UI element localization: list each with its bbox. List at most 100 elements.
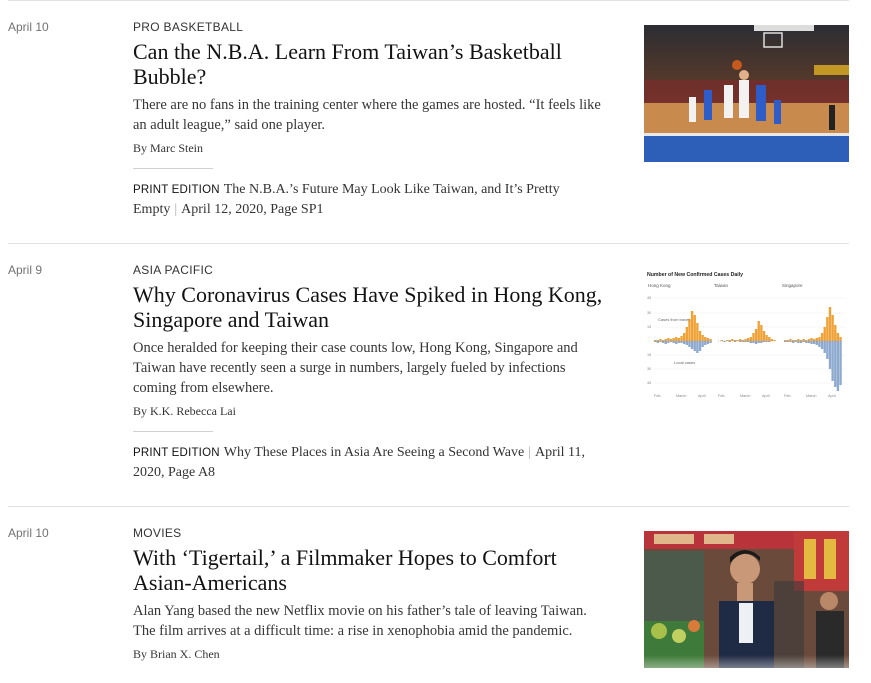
chart-bar-local [831, 341, 834, 381]
chart-bar-travel [820, 333, 824, 341]
chart-bar-travel [826, 317, 829, 341]
chart-bar-travel [739, 339, 742, 341]
story-byline: By K.K. Rebecca Lai [133, 404, 236, 418]
chart-bar-travel [706, 338, 710, 341]
chart-bar-local [760, 341, 763, 343]
story-summary: Once heralded for keeping their case cou… [133, 340, 578, 396]
story-body: Movies With ‘Tigertail,’ a Filmmaker Hop… [133, 526, 608, 662]
chart-bar-travel [810, 338, 813, 341]
story-summary: There are no fans in the training center… [133, 97, 601, 133]
chart-bar-travel [696, 323, 699, 341]
chart-bar-travel [768, 337, 771, 341]
chart-bar-travel [770, 339, 774, 341]
print-edition-label: Print Edition [133, 447, 220, 459]
story-thumbnail-tigertail[interactable] [644, 531, 849, 668]
chart-bar-local [701, 341, 704, 347]
story-divider [8, 506, 849, 507]
chart-bar-travel [823, 327, 826, 341]
chart-bar-travel [704, 337, 707, 341]
chart-bar-local [664, 341, 667, 344]
chart-bar-local [754, 341, 758, 344]
chart-bar-local [828, 341, 832, 369]
chart-bar-travel [760, 325, 763, 341]
story-headline[interactable]: Why Coronavirus Cases Have Spiked in Hon… [133, 282, 608, 332]
chart-bar-local [807, 341, 811, 343]
chart-bar-local [749, 341, 753, 343]
chart-bar-local [818, 341, 821, 347]
chart-bar-local [752, 341, 755, 343]
chart-bar-travel [669, 339, 673, 341]
story-headline[interactable]: With ‘Tigertail,’ a Filmmaker Hopes to C… [133, 545, 608, 595]
chart-x-tick: March [740, 394, 751, 398]
chart-annotation-travel: Cases from travel [658, 317, 689, 322]
chart-panel-label: Singapore [782, 283, 803, 288]
chart-y-tick: 45 [647, 296, 651, 300]
chart-bar-local [791, 341, 795, 343]
story-headline[interactable]: Can the N.B.A. Learn From Taiwan’s Baske… [133, 39, 608, 89]
chart-bar-travel [802, 339, 805, 341]
chart-bar-travel [836, 333, 840, 341]
chart-bar-travel [752, 333, 755, 341]
story-summary: Alan Yang based the new Netflix movie on… [133, 603, 587, 639]
chart-bar-travel [693, 315, 696, 341]
chart-x-tick: Feb. [718, 394, 726, 398]
story-thumbnail-chart[interactable]: Number of New Confirmed Cases Daily Hong… [644, 269, 849, 405]
story-body: Asia Pacific Why Coronavirus Cases Have … [133, 263, 608, 482]
chart-y-tick: 30 [647, 311, 651, 315]
story-thumbnail-basketball[interactable] [644, 25, 849, 162]
chart-bar-local [805, 341, 808, 343]
story-date: April 9 [8, 263, 43, 277]
chart-bar-travel [677, 338, 681, 341]
chart-bar-travel [675, 337, 678, 341]
chart-bar-travel [813, 339, 816, 341]
chart-bar-local [813, 341, 816, 344]
chart-bar-travel [834, 325, 837, 341]
story-byline: By Brian X. Chen [133, 647, 220, 661]
chart-bar-travel [815, 338, 819, 341]
chart-x-tick: March [806, 394, 817, 398]
story-kicker[interactable]: Movies [133, 526, 608, 541]
chart-bar-travel [659, 339, 662, 341]
chart-bar-local [799, 341, 803, 343]
chart-bar-travel [797, 339, 800, 341]
print-edition-label: Print Edition [133, 184, 220, 196]
chart-bar-local [680, 341, 683, 343]
chart-bar-travel [672, 338, 675, 341]
chart-bar-local [820, 341, 824, 349]
chart-bar-travel [680, 336, 683, 341]
chart-bar-local [688, 341, 691, 347]
chart-bar-local [709, 341, 712, 343]
chart-bar-travel [765, 335, 768, 341]
chart-bar-local [661, 341, 665, 343]
chart-bar-local [690, 341, 694, 349]
chart-bar-travel [747, 338, 750, 341]
chart-bar-travel [828, 307, 832, 341]
chart-bar-travel [818, 337, 821, 341]
chart-bar-local [677, 341, 681, 343]
chart-bar-travel [709, 339, 712, 341]
print-edition-title: Why These Places in Asia Are Seeing a Se… [223, 445, 525, 460]
chart-bar-travel [664, 339, 667, 341]
chart-bar-travel [762, 331, 766, 341]
chart-bar-local [675, 341, 678, 344]
chart-bar-travel [701, 335, 704, 341]
chart-bar-local [672, 341, 675, 343]
chart-bar-local [823, 341, 826, 353]
chart-bar-travel [731, 339, 734, 341]
chart-y-tick: 15 [647, 353, 651, 357]
chart-bar-travel [831, 315, 834, 341]
chart-bar-local [836, 341, 840, 391]
print-divider [133, 431, 213, 432]
chart-bar-local [704, 341, 707, 345]
chart-bar-local [696, 341, 699, 353]
story-kicker[interactable]: Pro Basketball [133, 20, 608, 35]
chart-bar-travel [683, 333, 686, 341]
chart-bar-travel [698, 331, 702, 341]
story-date: April 10 [8, 20, 49, 34]
chart-y-tick: 15 [647, 325, 651, 329]
story-kicker[interactable]: Asia Pacific [133, 263, 608, 278]
chart-bar-travel [789, 339, 792, 341]
chart-x-tick: April [698, 394, 706, 398]
chart-bar-local [706, 341, 710, 344]
basketball-photo [644, 25, 849, 162]
